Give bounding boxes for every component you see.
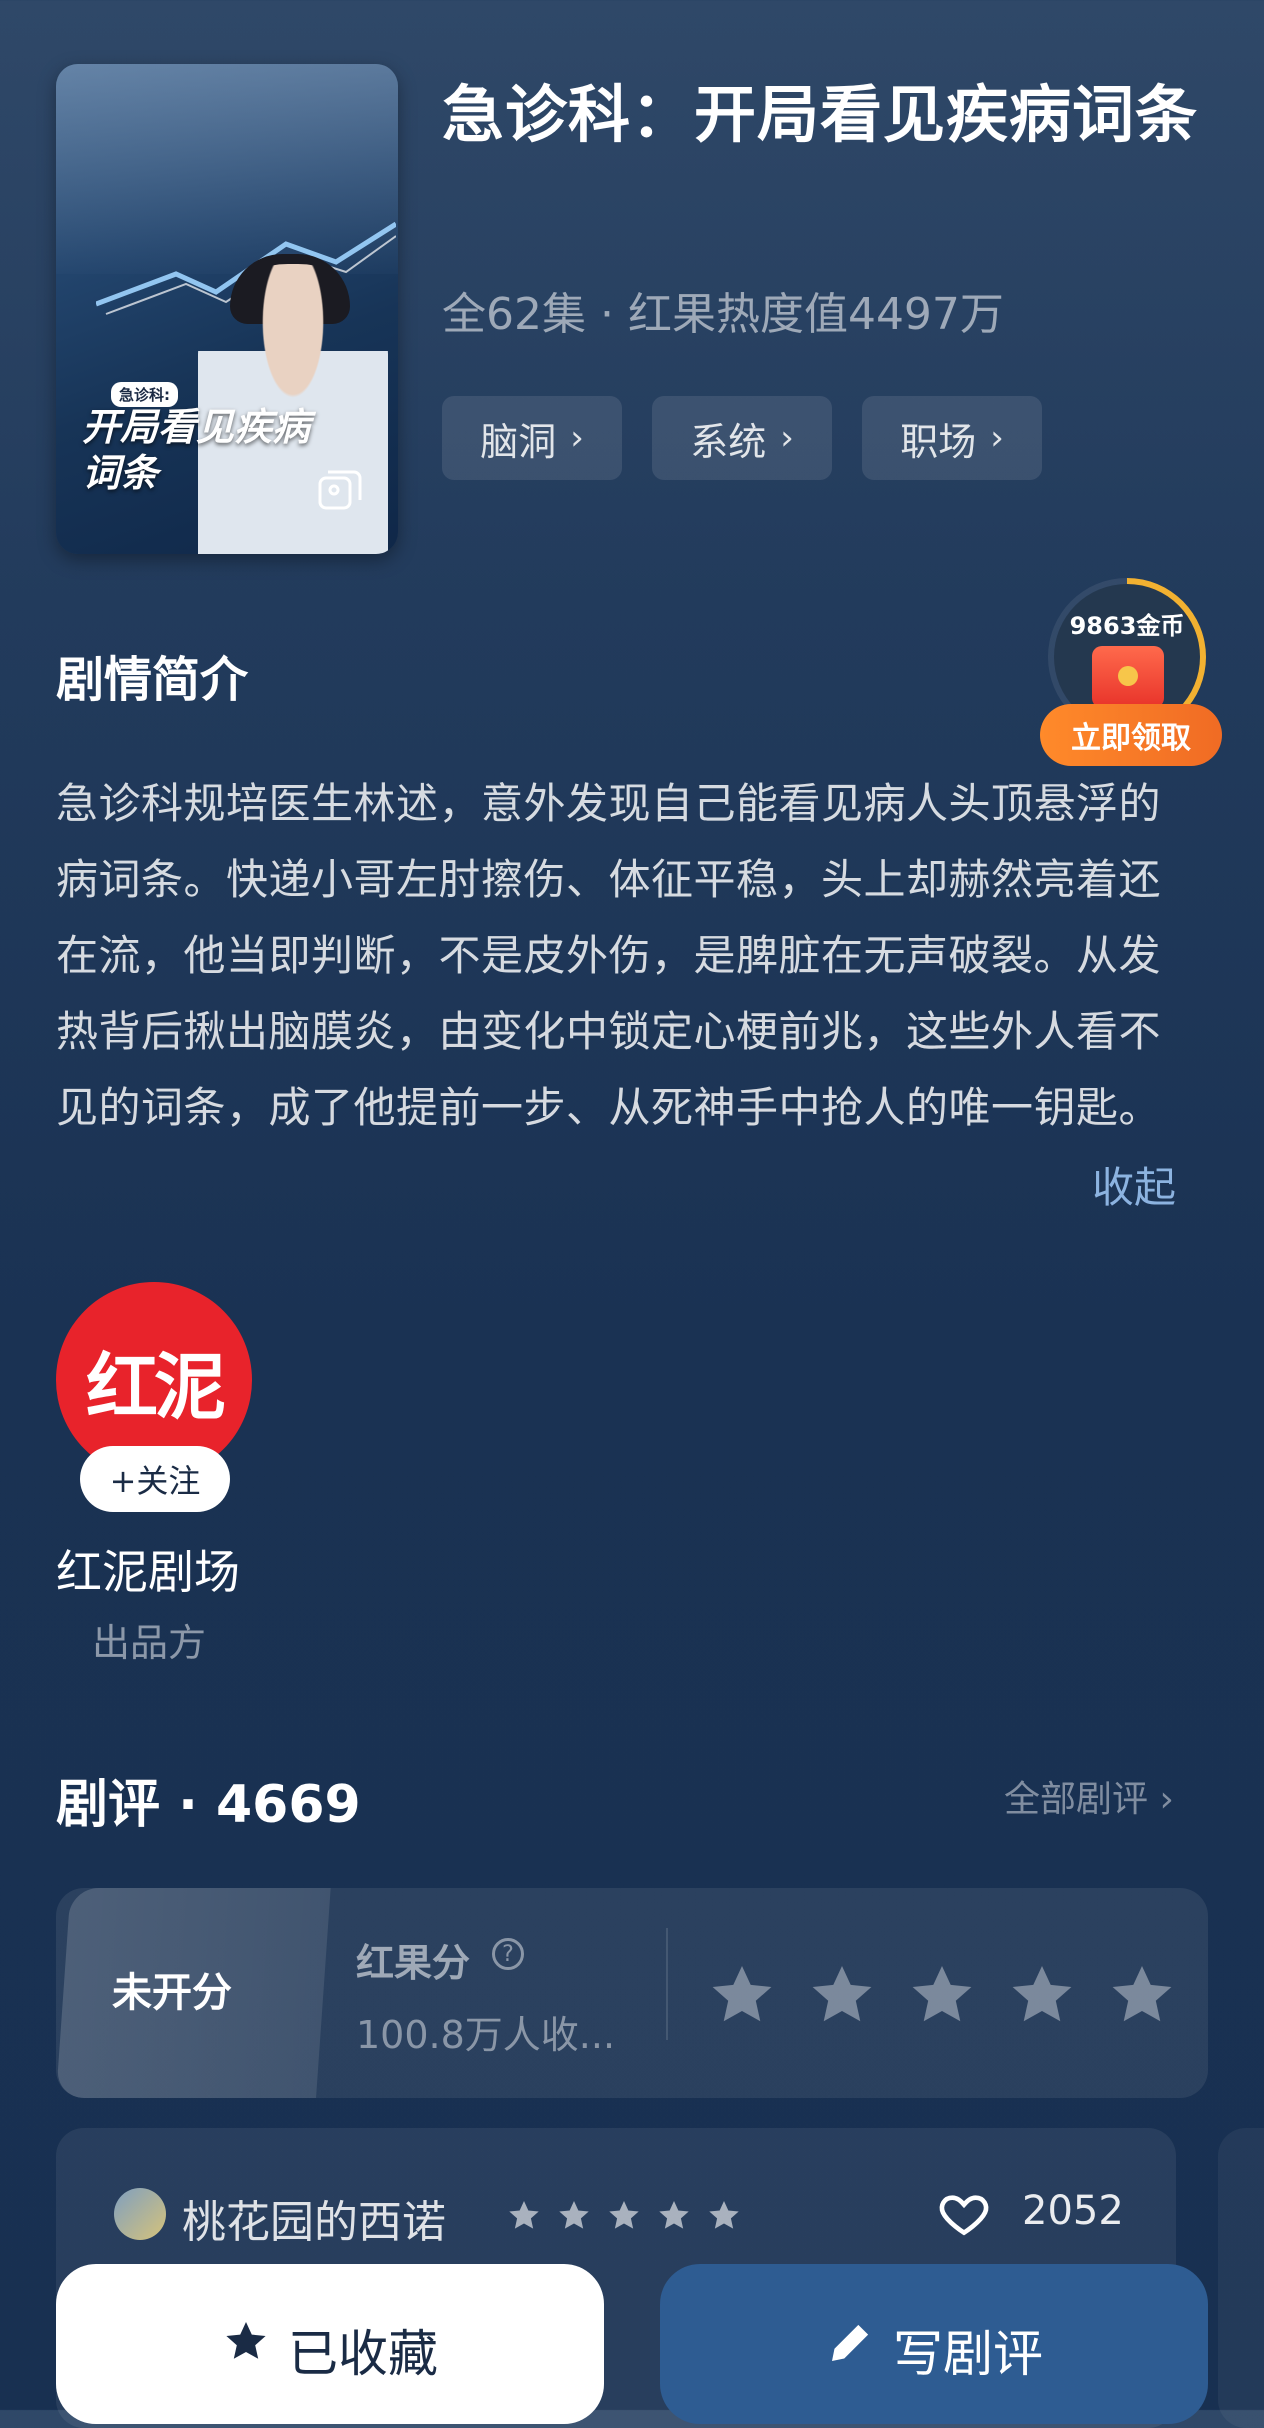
rating-status: 未开分 — [112, 1970, 232, 2016]
collected-button[interactable]: 已收藏 — [56, 2264, 604, 2424]
tag-label: 脑洞 — [480, 419, 557, 464]
coin-reward-widget[interactable]: 9863金币 立即领取 — [1040, 576, 1226, 770]
all-reviews-link[interactable]: 全部剧评 › — [1004, 1770, 1174, 1822]
gallery-icon[interactable] — [314, 466, 364, 516]
studio-name[interactable]: 红泥剧场 — [56, 1536, 240, 1602]
pencil-icon — [832, 2324, 869, 2361]
follow-label: +关注 — [109, 1462, 201, 1500]
star-icon — [659, 2201, 689, 2229]
tag-label: 职场 — [900, 419, 977, 464]
star-icon — [709, 2201, 739, 2229]
collected-label: 已收藏 — [288, 2325, 438, 2383]
rating-card: 未开分 红果分 ? 100.8万人收... — [56, 1888, 1208, 2098]
red-envelope-icon — [1092, 646, 1164, 708]
star-icon[interactable] — [1106, 1960, 1178, 2032]
rating-count: 100.8万人收... — [356, 2013, 616, 2057]
next-review-card-peek[interactable] — [1218, 2128, 1264, 2428]
star-filled-icon — [226, 2322, 266, 2359]
chevron-right-icon: › — [780, 418, 794, 458]
reviewer-avatar[interactable] — [114, 2188, 166, 2240]
rating-label: 红果分 — [356, 1941, 471, 1985]
chevron-right-icon: › — [990, 418, 1004, 458]
help-icon[interactable]: ? — [492, 1938, 524, 1970]
chevron-right-icon: › — [570, 418, 584, 458]
star-icon — [609, 2201, 639, 2229]
rate-stars[interactable] — [706, 1960, 1178, 2032]
like-count: 2052 — [1022, 2188, 1124, 2234]
tag-brain-hole[interactable]: 脑洞 › — [442, 396, 622, 480]
write-review-button[interactable]: 写剧评 — [660, 2264, 1208, 2424]
synopsis-heading: 剧情简介 — [56, 652, 249, 708]
tag-workplace[interactable]: 职场 › — [862, 396, 1042, 480]
divider — [666, 1928, 668, 2040]
star-icon[interactable] — [706, 1960, 778, 2032]
studio-role: 出品方 — [92, 1621, 207, 1665]
tag-label: 系统 — [690, 419, 767, 464]
star-icon[interactable] — [1006, 1960, 1078, 2032]
star-icon — [509, 2201, 539, 2229]
star-icon[interactable] — [906, 1960, 978, 2032]
star-icon[interactable] — [806, 1960, 878, 2032]
studio-logo-text: 红泥 — [85, 1344, 226, 1429]
coin-amount: 9863金币 — [1069, 612, 1185, 640]
follow-button[interactable]: +关注 — [80, 1446, 230, 1512]
write-review-label: 写剧评 — [893, 2325, 1043, 2383]
drama-title: 急诊科：开局看见疾病词条 — [442, 78, 1199, 151]
synopsis-text: 急诊科规培医生林述，意外发现自己能看见病人头顶悬浮的病词条。快递小哥左肘擦伤、体… — [56, 779, 1162, 1132]
drama-meta: 全62集 · 红果热度值4497万 — [442, 289, 1004, 340]
poster-title: 开局看见疾病词条 — [82, 404, 311, 495]
review-stars — [506, 2198, 742, 2234]
star-icon — [559, 2201, 589, 2229]
drama-poster[interactable]: 急诊科: 开局看见疾病词条 — [56, 64, 398, 554]
heart-icon[interactable] — [936, 2186, 992, 2242]
claim-button[interactable]: 立即领取 — [1040, 704, 1222, 766]
reviewer-name[interactable]: 桃花园的西诺 — [182, 2186, 446, 2250]
collapse-link[interactable]: 收起 — [1092, 1154, 1176, 1215]
reviews-heading: 剧评 · 4669 — [56, 1775, 361, 1835]
tag-system[interactable]: 系统 › — [652, 396, 832, 480]
